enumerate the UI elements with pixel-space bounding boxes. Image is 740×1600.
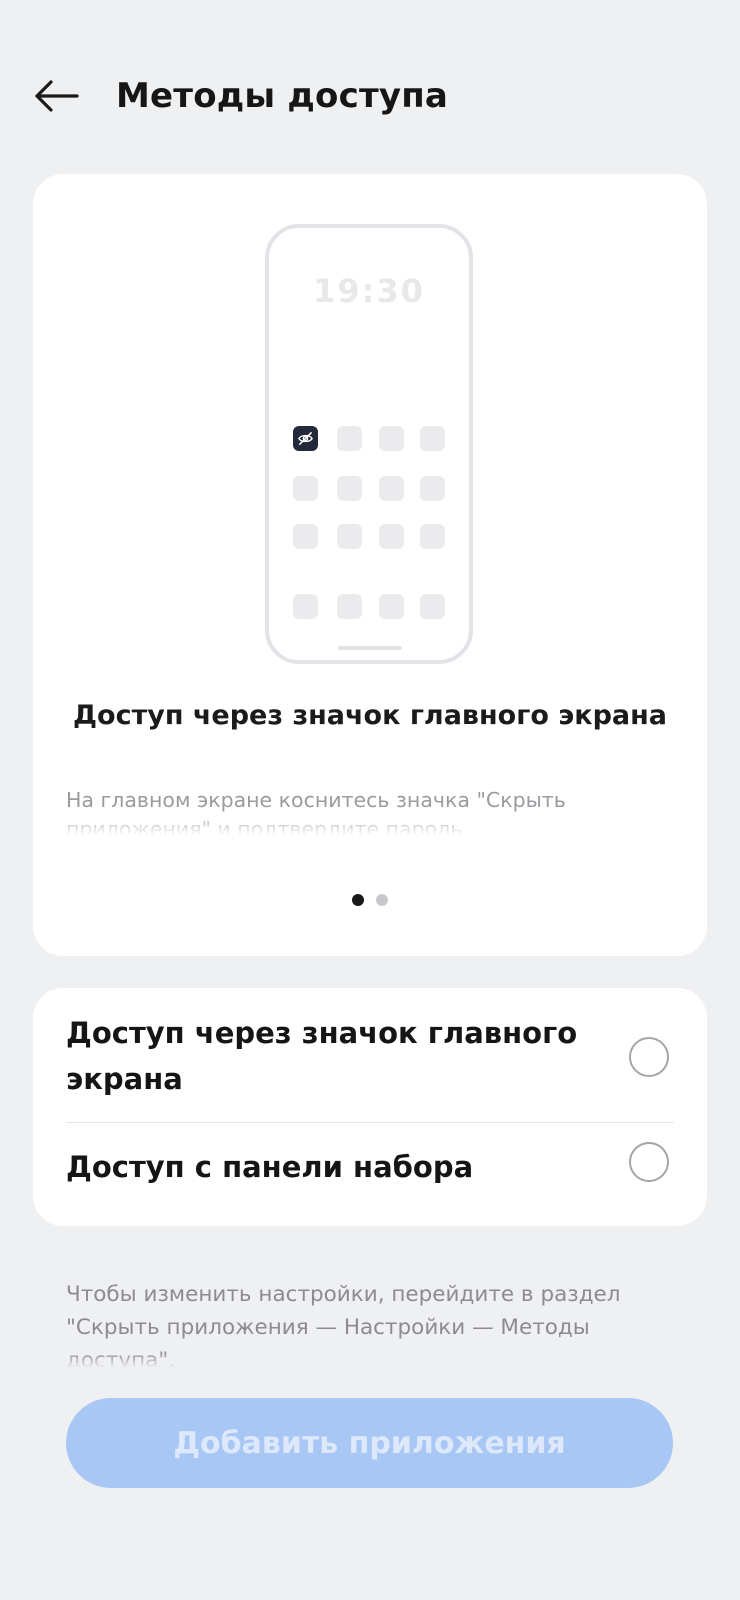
hidden-apps-app-icon xyxy=(293,426,318,451)
dock-app-placeholder xyxy=(337,594,362,619)
dock-app-placeholder xyxy=(293,594,318,619)
phone-illustration: 19:30 xyxy=(265,224,473,664)
app-placeholder xyxy=(379,524,404,549)
home-indicator xyxy=(338,646,402,650)
illustration-title: Доступ через значок главного экрана xyxy=(72,700,668,731)
access-methods-list: Доступ через значок главного экрана Дост… xyxy=(33,988,707,1226)
radio-button[interactable] xyxy=(629,1037,669,1077)
page-indicator[interactable] xyxy=(33,894,707,906)
page-title: Методы доступа xyxy=(116,76,449,116)
illustration-card[interactable]: 19:30 Доступ через значок главного экран… xyxy=(33,174,707,956)
option-label: Доступ через значок главного экрана xyxy=(66,1016,578,1096)
dock-app-placeholder xyxy=(379,594,404,619)
add-apps-button[interactable]: Добавить приложения xyxy=(66,1398,673,1488)
option-dialpad-access[interactable]: Доступ с панели набора xyxy=(33,1123,707,1226)
option-home-icon-access[interactable]: Доступ через значок главного экрана xyxy=(33,988,707,1122)
app-placeholder xyxy=(420,476,445,501)
eye-slash-icon xyxy=(298,432,313,445)
app-placeholder xyxy=(293,524,318,549)
option-label: Доступ с панели набора xyxy=(66,1150,474,1184)
top-bar: Методы доступа xyxy=(0,60,740,132)
illustration-description: На главном экране коснитесь значка "Скры… xyxy=(66,786,666,836)
phone-clock: 19:30 xyxy=(313,272,425,310)
app-placeholder xyxy=(420,426,445,451)
app-placeholder xyxy=(379,476,404,501)
app-placeholder xyxy=(337,426,362,451)
page-dot[interactable] xyxy=(376,894,388,906)
page-dot-active[interactable] xyxy=(352,894,364,906)
arrow-left-icon xyxy=(35,80,79,112)
app-placeholder xyxy=(337,524,362,549)
radio-button[interactable] xyxy=(629,1142,669,1182)
dock-app-placeholder xyxy=(420,594,445,619)
settings-hint: Чтобы изменить настройки, перейдите в ра… xyxy=(66,1278,666,1368)
back-button[interactable] xyxy=(26,70,86,122)
app-placeholder xyxy=(337,476,362,501)
app-placeholder xyxy=(293,476,318,501)
app-placeholder xyxy=(379,426,404,451)
app-placeholder xyxy=(420,524,445,549)
